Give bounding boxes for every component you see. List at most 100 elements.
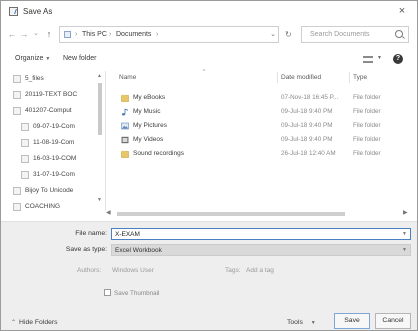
file-date-modified: 09-Jul-18 9:40 PM	[281, 136, 333, 143]
organize-menu-button[interactable]: Organize ▼	[15, 55, 50, 62]
tools-label: Tools	[287, 319, 303, 326]
scroll-down-arrow-icon[interactable]: ▼	[97, 197, 102, 203]
nav-item-label: 11-08-19-Com	[33, 139, 75, 146]
column-divider[interactable]	[277, 72, 278, 83]
folder-icon	[121, 94, 129, 102]
file-name: Sound recordings	[133, 150, 184, 157]
command-toolbar: Organize ▼ New folder ▼ ?	[1, 51, 417, 69]
column-header-type[interactable]: Type	[353, 74, 367, 81]
this-pc-icon	[64, 31, 71, 38]
tools-chevron-down-icon: ▼	[310, 320, 316, 326]
organize-chevron-down-icon: ▼	[45, 56, 51, 62]
column-divider[interactable]	[349, 72, 350, 83]
file-list-horizontal-scrollbar[interactable]: ◀ ▶	[105, 209, 415, 218]
folder-icon	[13, 75, 21, 83]
nav-item-5-files[interactable]: 5_files	[13, 74, 99, 85]
file-name-value: X-EXAM	[115, 231, 140, 238]
nav-item-label: 31-07-19-Com	[33, 171, 75, 178]
file-name: My Videos	[133, 136, 164, 143]
file-type: File folder	[353, 122, 381, 129]
address-history-chevron-icon[interactable]: ⌄	[270, 30, 276, 38]
folder-icon	[13, 91, 21, 99]
file-name: My eBooks	[133, 94, 166, 101]
file-name: My Music	[133, 108, 161, 115]
forward-arrow-icon[interactable]: →	[19, 28, 29, 40]
scroll-right-arrow-icon[interactable]: ▶	[403, 209, 408, 216]
navigation-bar: ← → ⌄ ↑ › This PC › Documents › ⌄ ↻ Sear…	[1, 23, 417, 45]
file-type: File folder	[353, 94, 381, 101]
cancel-button[interactable]: Cancel	[375, 313, 411, 329]
folder-icon	[21, 171, 29, 179]
column-header-name[interactable]: Name	[119, 74, 136, 81]
tools-menu-button[interactable]: Tools ▼	[287, 319, 316, 326]
file-name-input[interactable]: X-EXAM ▼	[111, 228, 411, 240]
file-row-my-ebooks[interactable]: My eBooks 07-Nov-18 16:45 P... File fold…	[107, 93, 407, 103]
tags-input[interactable]: Add a tag	[246, 267, 274, 274]
file-type: File folder	[353, 136, 381, 143]
view-options-chevron-down-icon[interactable]: ▼	[377, 55, 382, 61]
file-date-modified: 09-Jul-18 9:40 PM	[281, 108, 333, 115]
navigation-pane-scrollbar[interactable]: ▲ ▼	[97, 73, 103, 209]
breadcrumb-separator: ›	[156, 31, 159, 38]
save-button[interactable]: Save	[334, 313, 370, 329]
authors-value[interactable]: Windows User	[112, 267, 154, 274]
search-icon[interactable]	[395, 30, 403, 38]
nav-item-401207-comput[interactable]: 401207-Comput	[13, 106, 99, 117]
organize-label: Organize	[15, 55, 44, 62]
navigation-pane: 5_files 20119-TEXT BOC 401207-Comput 09-…	[1, 71, 105, 219]
scrollbar-thumb[interactable]	[98, 83, 102, 135]
window-title: Save As	[23, 7, 53, 16]
column-header-date-modified[interactable]: Date modified	[281, 74, 321, 81]
file-type: File folder	[353, 150, 381, 157]
save-as-type-chevron-down-icon[interactable]: ▼	[402, 247, 407, 253]
new-folder-button[interactable]: New folder	[63, 55, 96, 62]
nav-item-coaching[interactable]: COACHING	[13, 202, 99, 213]
nav-item-11-08-19-com[interactable]: 11-08-19-Com	[21, 138, 107, 149]
address-bar[interactable]: › This PC › Documents › ⌄	[59, 26, 279, 43]
breadcrumb-this-pc[interactable]: This PC	[82, 31, 107, 38]
refresh-icon[interactable]: ↻	[285, 31, 292, 39]
scroll-left-arrow-icon[interactable]: ◀	[106, 209, 111, 216]
nav-item-bijoy-to-unicode[interactable]: Bijoy To Unicode	[13, 186, 99, 197]
change-view-icon[interactable]	[363, 56, 373, 63]
folder-icon	[13, 187, 21, 195]
up-arrow-icon[interactable]: ↑	[44, 28, 54, 40]
nav-item-label: 5_files	[25, 75, 44, 82]
videos-icon	[121, 136, 129, 144]
nav-item-09-07-19-com[interactable]: 09-07-19-Com	[21, 122, 107, 133]
breadcrumb-documents[interactable]: Documents	[116, 31, 151, 38]
file-row-my-videos[interactable]: My Videos 09-Jul-18 9:40 PM File folder	[107, 135, 407, 145]
hide-folders-button[interactable]: ⌃ Hide Folders	[11, 319, 58, 326]
scroll-up-arrow-icon[interactable]: ▲	[97, 73, 102, 79]
breadcrumb-separator: ›	[109, 31, 112, 38]
folder-icon	[21, 155, 29, 163]
folder-icon	[21, 123, 29, 131]
file-row-sound-recordings[interactable]: Sound recordings 26-Jul-18 12:40 AM File…	[107, 149, 407, 159]
nav-item-label: 16-03-19-COM	[33, 155, 77, 162]
hide-folders-label: Hide Folders	[19, 319, 58, 326]
chevron-up-icon: ⌃	[11, 320, 17, 326]
save-as-type-label: Save as type:	[65, 246, 107, 253]
search-box[interactable]: Search Documents	[301, 26, 409, 43]
nav-item-31-07-19-com[interactable]: 31-07-19-Com	[21, 170, 107, 181]
file-row-my-music[interactable]: My Music 09-Jul-18 9:40 PM File folder	[107, 107, 407, 117]
folder-icon	[21, 139, 29, 147]
nav-item-16-03-19-com[interactable]: 16-03-19-COM	[21, 154, 107, 165]
recent-locations-chevron-icon[interactable]: ⌄	[31, 28, 41, 40]
file-type: File folder	[353, 108, 381, 115]
folder-icon	[13, 107, 21, 115]
close-button[interactable]: ×	[395, 4, 409, 18]
file-row-my-pictures[interactable]: My Pictures 09-Jul-18 9:40 PM File folde…	[107, 121, 407, 131]
nav-item-label: 20119-TEXT BOC	[25, 91, 78, 98]
nav-item-20119-text-boc[interactable]: 20119-TEXT BOC	[13, 90, 99, 101]
save-thumbnail-checkbox[interactable]	[104, 289, 111, 296]
back-arrow-icon[interactable]: ←	[7, 28, 17, 40]
pane-divider[interactable]	[105, 71, 106, 211]
folder-icon	[13, 203, 21, 211]
folder-icon	[121, 150, 129, 158]
file-name-chevron-down-icon[interactable]: ▼	[402, 231, 407, 237]
scrollbar-thumb[interactable]	[117, 212, 345, 216]
nav-item-label: Bijoy To Unicode	[25, 187, 74, 194]
help-icon[interactable]: ?	[393, 54, 403, 64]
save-as-type-select[interactable]: Excel Workbook ▼	[111, 244, 411, 256]
